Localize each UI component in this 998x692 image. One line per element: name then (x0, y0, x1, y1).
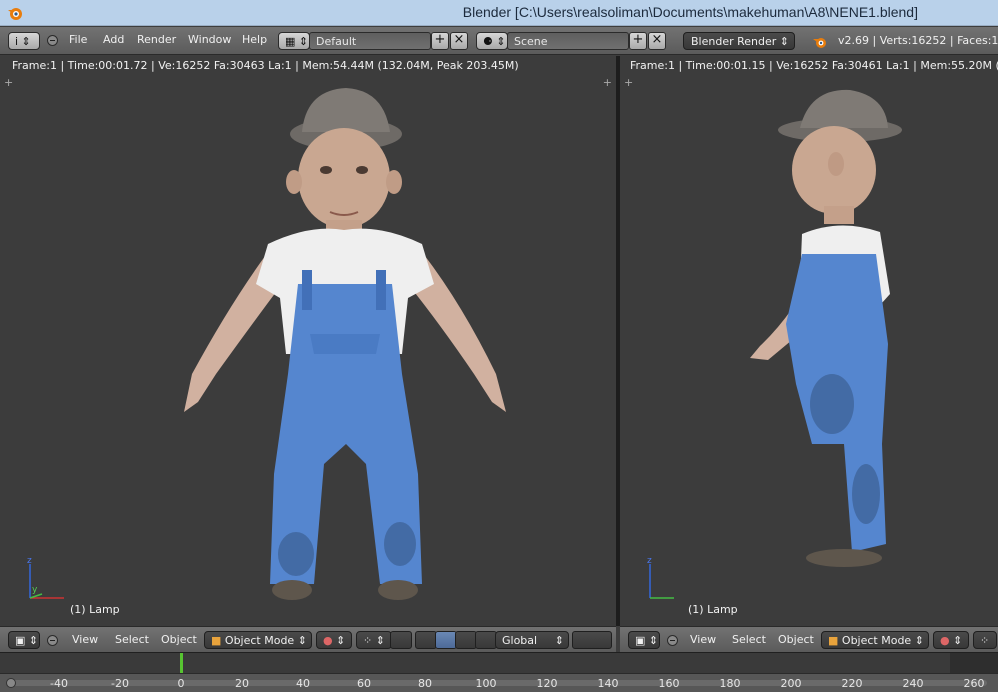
scale-manipulator-icon[interactable] (475, 631, 497, 649)
timeline-tick-label: 100 (475, 677, 497, 690)
viewport-info-text: Frame:1 | Time:00:01.15 | Ve:16252 Fa:30… (630, 59, 998, 72)
timeline-tick-label: 260 (963, 677, 985, 690)
scene-field[interactable]: Scene (507, 32, 629, 50)
viewport-header-side: ▣ ⇕ View Select Object ■ Object Mode ⇕ ●… (620, 626, 998, 652)
shading-sphere-icon: ● (323, 634, 333, 647)
axis-z-label: z (27, 556, 32, 566)
title-bar: Blender [C:\Users\realsoliman\Documents\… (0, 0, 998, 26)
transform-manipulator-icon[interactable] (415, 631, 437, 649)
axis-z-label: z (647, 556, 652, 566)
menu-window[interactable]: Window (188, 33, 231, 46)
viewport-shading-dropdown[interactable]: ● ⇕ (933, 631, 969, 649)
viewport-header-front: ▣ ⇕ View Select Object ■ Object Mode ⇕ ●… (0, 626, 616, 652)
object-mode-dropdown[interactable]: ■ Object Mode ⇕ (821, 631, 929, 649)
timeline[interactable]: -40 -20 0 20 40 60 80 100 120 140 160 180 200 220 240 2… (0, 652, 998, 692)
timeline-tick-label: 40 (296, 677, 310, 690)
remove-scene-button[interactable]: × (648, 32, 666, 50)
axis-y-label: y (32, 585, 38, 595)
timeline-tick-label: 120 (536, 677, 558, 690)
area-split-corner-icon[interactable]: + (603, 76, 612, 89)
dropdown-arrows-icon: ⇕ (779, 35, 789, 48)
menu-select[interactable]: Select (115, 633, 149, 646)
dropdown-arrows-icon: ⇕ (297, 634, 307, 647)
collapse-menus-icon[interactable] (47, 35, 58, 46)
blender-logo-icon (8, 8, 22, 20)
active-object-label: (1) Lamp (688, 603, 738, 616)
menu-render[interactable]: Render (137, 33, 176, 46)
menu-help[interactable]: Help (242, 33, 267, 46)
transform-orientation-dropdown[interactable]: Global ⇕ (495, 631, 569, 649)
timeline-tick-label: -20 (111, 677, 129, 690)
remove-screen-layout-button[interactable]: × (450, 32, 468, 50)
screen-layout-selector[interactable]: ▦ ⇕ (278, 32, 310, 50)
editor-type-selector[interactable]: i ⇕ (8, 32, 40, 50)
area-split-corner-icon[interactable]: + (4, 76, 13, 89)
3d-viewport-front[interactable]: Frame:1 | Time:00:01.72 | Ve:16252 Fa:30… (0, 56, 616, 626)
window-title: Blender [C:\Users\realsoliman\Documents\… (462, 4, 918, 20)
character-model-side[interactable] (740, 84, 960, 584)
editor-type-selector[interactable]: ▣ ⇕ (628, 631, 660, 649)
layer-buttons[interactable] (572, 631, 612, 649)
current-frame-cursor[interactable] (180, 653, 183, 673)
dropdown-arrows-icon: ⇕ (914, 634, 924, 647)
object-cube-icon: ■ (211, 634, 222, 647)
character-model-front[interactable] (170, 84, 520, 604)
timeline-end-range (950, 653, 998, 673)
pivot-icon: ⁘ (363, 634, 373, 647)
timeline-tick-label: 80 (418, 677, 432, 690)
dropdown-arrows-icon: ⇕ (554, 634, 564, 647)
timeline-tick-label: 220 (841, 677, 863, 690)
shading-sphere-icon: ● (940, 634, 950, 647)
menu-object[interactable]: Object (161, 633, 197, 646)
menu-view[interactable]: View (72, 633, 98, 646)
timeline-track[interactable] (0, 653, 998, 673)
blender-window: Blender [C:\Users\realsoliman\Documents\… (0, 0, 998, 692)
add-screen-layout-button[interactable]: + (431, 32, 449, 50)
timeline-tick-label: 0 (177, 677, 185, 690)
info-icon: i (15, 35, 19, 48)
screen-layout-field[interactable]: Default (309, 32, 431, 50)
pivot-point-dropdown[interactable]: ⁘ (973, 631, 997, 649)
timeline-tick-label: 180 (719, 677, 741, 690)
timeline-tick-label: 200 (780, 677, 802, 690)
timeline-tick-label: 20 (235, 677, 249, 690)
scene-selector[interactable]: ⚈ ⇕ (476, 32, 508, 50)
blender-logo-icon (813, 38, 826, 48)
pivot-icon: ⁘ (980, 634, 990, 647)
object-cube-icon: ■ (828, 634, 839, 647)
add-scene-button[interactable]: + (629, 32, 647, 50)
cube-icon: ▣ (635, 634, 646, 647)
viewport-info-text: Frame:1 | Time:00:01.72 | Ve:16252 Fa:30… (12, 59, 519, 72)
viewport-shading-dropdown[interactable]: ● ⇕ (316, 631, 352, 649)
menu-object[interactable]: Object (778, 633, 814, 646)
info-header: i ⇕ File Add Render Window Help ▦ ⇕ Defa… (0, 27, 998, 55)
timeline-tick-label: 240 (902, 677, 924, 690)
timeline-tick-label: -40 (50, 677, 68, 690)
collapse-menus-icon[interactable] (47, 635, 58, 646)
render-engine-dropdown[interactable]: Blender Render ⇕ (683, 32, 795, 50)
menu-view[interactable]: View (690, 633, 716, 646)
pivot-point-dropdown[interactable]: ⁘ ⇕ (356, 631, 392, 649)
timeline-tick-label: 140 (597, 677, 619, 690)
3d-viewport-side[interactable]: Frame:1 | Time:00:01.15 | Ve:16252 Fa:30… (620, 56, 998, 626)
rotate-manipulator-icon[interactable] (455, 631, 477, 649)
manipulate-center-icon[interactable] (390, 631, 412, 649)
collapse-menus-icon[interactable] (667, 635, 678, 646)
scene-stats: v2.69 | Verts:16252 | Faces:15 (838, 34, 998, 47)
active-object-label: (1) Lamp (70, 603, 120, 616)
editor-type-selector[interactable]: ▣ ⇕ (8, 631, 40, 649)
timeline-tick-label: 160 (658, 677, 680, 690)
translate-manipulator-icon[interactable] (435, 631, 457, 649)
menu-add[interactable]: Add (103, 33, 124, 46)
timeline-scroll-handle[interactable] (6, 678, 16, 688)
object-mode-dropdown[interactable]: ■ Object Mode ⇕ (204, 631, 312, 649)
axis-gizmo: z y (27, 556, 64, 599)
menu-file[interactable]: File (69, 33, 87, 46)
menu-select[interactable]: Select (732, 633, 766, 646)
timeline-tick-label: 60 (357, 677, 371, 690)
axis-gizmo: z (647, 556, 674, 599)
cube-icon: ▣ (15, 634, 26, 647)
area-split-corner-icon[interactable]: + (624, 76, 633, 89)
